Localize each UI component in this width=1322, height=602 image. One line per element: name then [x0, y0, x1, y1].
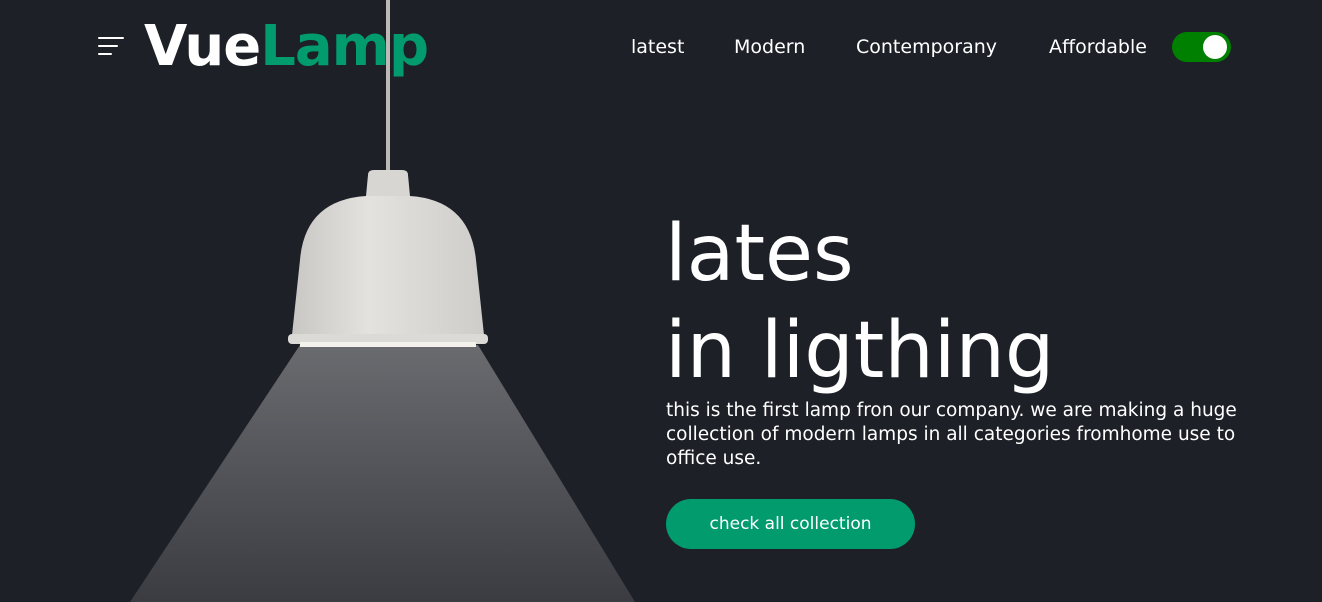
toggle-knob [1203, 35, 1227, 59]
nav-latest[interactable]: latest [631, 36, 684, 58]
theme-toggle[interactable] [1172, 32, 1231, 62]
logo-vue: Vue [144, 14, 261, 79]
lamp-illustration [130, 0, 635, 602]
logo[interactable]: VueLamp [144, 14, 429, 79]
nav-contemporany[interactable]: Contemporany [856, 36, 997, 58]
hero-title-line2: in ligthing [665, 306, 1055, 396]
nav-modern[interactable]: Modern [734, 36, 805, 58]
check-collection-button[interactable]: check all collection [666, 499, 915, 549]
nav-affordable[interactable]: Affordable [1049, 36, 1147, 58]
menu-icon[interactable] [98, 37, 124, 57]
hero-description: this is the first lamp fron our company.… [666, 400, 1237, 469]
hero-title-line1: lates [665, 209, 854, 299]
logo-lamp: Lamp [260, 14, 429, 79]
